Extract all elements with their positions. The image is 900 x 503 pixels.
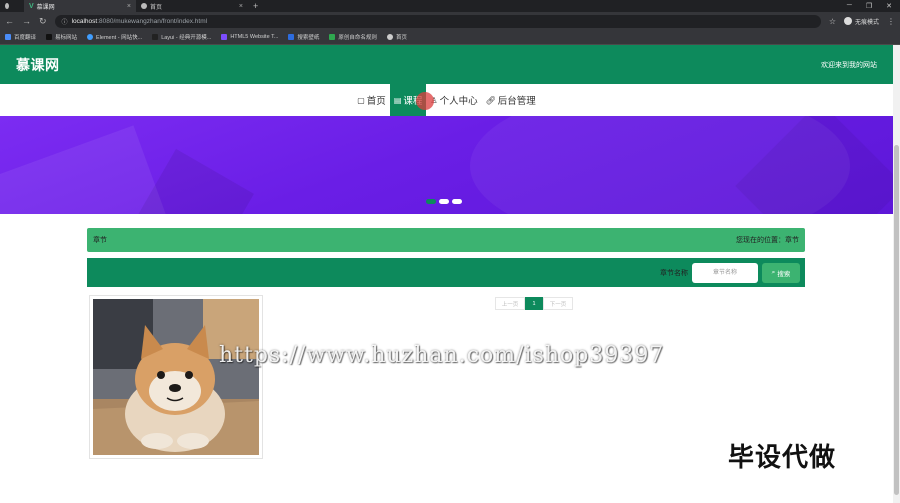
- chapter-header: 章节 您现在的位置：章节: [87, 228, 805, 252]
- breadcrumb: 您现在的位置：章节: [736, 237, 799, 244]
- search-button[interactable]: ⌕ 搜索: [762, 262, 800, 283]
- profile-button[interactable]: 无痕模式: [843, 17, 879, 26]
- bookmark-item[interactable]: Layui - 经典开源模...: [152, 33, 211, 41]
- bookmark-icon: [221, 34, 228, 40]
- page-scrollbar[interactable]: [893, 45, 900, 503]
- list-icon: ▤: [393, 95, 402, 105]
- carousel-dot[interactable]: [439, 199, 449, 204]
- bookmark-icon: [46, 34, 53, 40]
- minimize-icon[interactable]: ─: [847, 2, 852, 10]
- chapter-image: [93, 299, 259, 455]
- tab-title: 慕课网: [36, 4, 55, 11]
- globe-icon: [5, 3, 9, 9]
- bookmark-label: Layui - 经典开源模...: [161, 35, 212, 41]
- bookmark-item[interactable]: 原创自命名规则: [329, 33, 377, 41]
- link-icon: 🔗︎: [485, 95, 496, 105]
- page-number[interactable]: 1: [525, 297, 543, 310]
- close-icon[interactable]: ×: [239, 3, 243, 10]
- bookmark-icon: [288, 34, 295, 40]
- chapter-card[interactable]: [89, 295, 263, 459]
- bookmark-icon: [5, 34, 11, 40]
- close-icon[interactable]: ×: [127, 3, 131, 10]
- url-path: :8080/mukewangzhan/front/index.html: [97, 17, 208, 25]
- star-icon[interactable]: ☆: [829, 17, 836, 26]
- bookmark-icon: [152, 34, 159, 40]
- bookmark-item[interactable]: 首页: [386, 33, 407, 41]
- back-icon[interactable]: ←: [5, 16, 14, 26]
- url-host: localhost: [71, 17, 98, 25]
- nav-item-profile[interactable]: ♙ 个人中心: [426, 84, 481, 116]
- home-icon: ▢: [357, 95, 365, 105]
- bookmark-item[interactable]: 易标网站: [46, 33, 77, 41]
- carousel-indicators: [426, 199, 462, 204]
- bookmark-label: 搜索壁纸: [297, 35, 320, 41]
- search-bar: 章节名称 ⌕ 搜索: [87, 258, 805, 287]
- bookmark-label: 百度翻译: [14, 35, 37, 41]
- mouse-cursor-highlight: [416, 92, 434, 110]
- browser-tab-pinned[interactable]: [14, 0, 24, 12]
- pagination: 上一页 1 下一页: [495, 297, 573, 310]
- nav-item-home[interactable]: ▢ 首页: [353, 84, 390, 116]
- window-close-icon[interactable]: ✕: [886, 2, 892, 10]
- reload-icon[interactable]: ↻: [39, 16, 47, 27]
- forward-icon[interactable]: →: [22, 16, 31, 26]
- search-label: 章节名称: [660, 269, 688, 277]
- bookmark-label: 原创自命名规则: [338, 35, 377, 41]
- vue-icon: V: [29, 2, 34, 10]
- browser-tab-1[interactable]: V 慕课网 ×: [24, 0, 136, 12]
- incognito-icon: [843, 17, 852, 25]
- main-nav: ▢ 首页 ▤ 课程 ♙ 个人中心 🔗︎ 后台管理: [0, 84, 893, 116]
- site-logo[interactable]: 慕课网: [16, 55, 60, 75]
- globe-icon: [141, 3, 147, 9]
- nav-item-admin[interactable]: 🔗︎ 后台管理: [482, 84, 540, 116]
- browser-tab-bar: V 慕课网 × 首页 × + ─ ❐ ✕: [0, 0, 900, 12]
- browser-tab-0[interactable]: [0, 0, 14, 12]
- profile-label: 无痕模式: [854, 19, 879, 26]
- window-controls: ─ ❐ ✕: [847, 2, 900, 10]
- bookmark-icon: [329, 34, 336, 40]
- browser-tab-2[interactable]: 首页 ×: [136, 0, 248, 12]
- nav-label: 首页: [366, 96, 386, 107]
- bookmark-item[interactable]: HTML5 Website T...: [221, 34, 278, 40]
- chapter-title: 章节: [93, 237, 107, 244]
- welcome-text: 欢迎来到我的网站: [821, 61, 877, 69]
- new-tab-button[interactable]: +: [248, 1, 263, 11]
- bookmark-label: 易标网站: [55, 35, 78, 41]
- tab-title: 首页: [150, 4, 163, 11]
- watermark-text: https://www.huzhan.com/ishop39397: [219, 343, 665, 368]
- carousel-dot[interactable]: [452, 199, 462, 204]
- stamp-text: 毕设代做: [728, 443, 837, 473]
- bookmark-item[interactable]: Element - 网站快...: [87, 33, 142, 41]
- bookmarks-bar: 百度翻译 易标网站 Element - 网站快... Layui - 经典开源模…: [0, 30, 900, 45]
- bookmark-label: 首页: [395, 35, 407, 41]
- address-bar: ← → ↻ ⓘ localhost:8080/mukewangzhan/fron…: [0, 12, 900, 30]
- next-page-button[interactable]: 下一页: [543, 297, 573, 310]
- bookmark-item[interactable]: 搜索壁纸: [288, 33, 319, 41]
- globe-icon: [386, 34, 393, 40]
- nav-label: 后台管理: [497, 96, 536, 107]
- bookmark-item[interactable]: 百度翻译: [5, 33, 36, 41]
- nav-label: 个人中心: [439, 96, 478, 107]
- url-field[interactable]: ⓘ localhost:8080/mukewangzhan/front/inde…: [54, 14, 821, 28]
- bookmark-icon: [87, 34, 94, 40]
- search-button-label: 搜索: [777, 270, 791, 278]
- menu-icon[interactable]: ⋮: [887, 17, 895, 26]
- info-icon[interactable]: ⓘ: [62, 17, 68, 26]
- bookmark-label: HTML5 Website T...: [230, 34, 279, 40]
- search-input[interactable]: [692, 262, 758, 283]
- prev-page-button[interactable]: 上一页: [495, 297, 525, 310]
- carousel-dot[interactable]: [426, 199, 436, 204]
- restore-icon[interactable]: ❐: [866, 2, 872, 10]
- bookmark-label: Element - 网站快...: [96, 35, 143, 41]
- search-icon: ⌕: [771, 268, 776, 276]
- scroll-thumb[interactable]: [894, 145, 899, 495]
- site-header: 慕课网 欢迎来到我的网站: [0, 45, 893, 84]
